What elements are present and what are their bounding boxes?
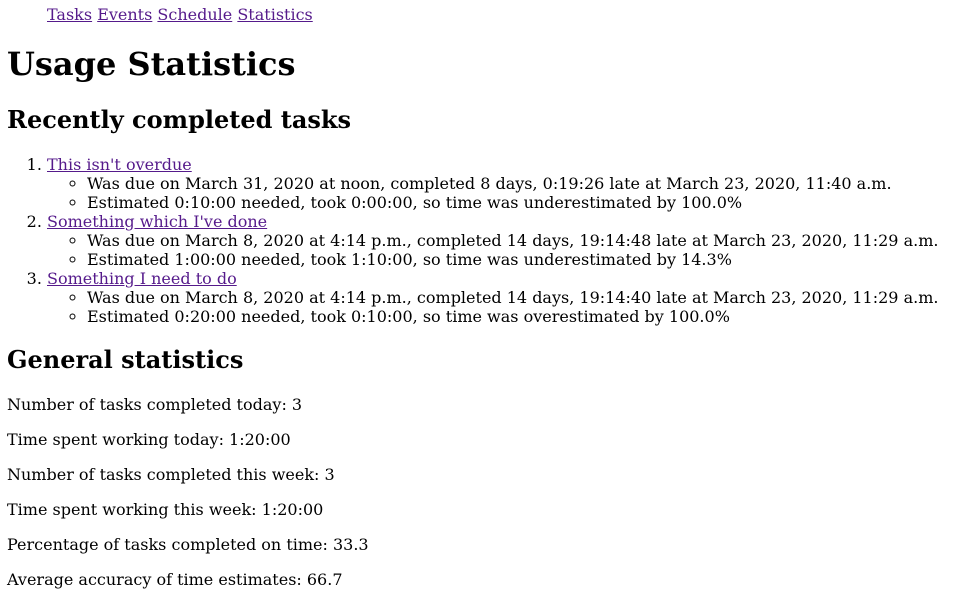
nav-link-statistics[interactable]: Statistics xyxy=(237,5,312,24)
task-item: Something which I've done Was due on Mar… xyxy=(47,212,938,269)
task-details: Was due on March 31, 2020 at noon, compl… xyxy=(47,174,938,212)
page-title: Usage Statistics xyxy=(7,45,296,83)
task-link[interactable]: This isn't overdue xyxy=(47,155,192,174)
stat-tasks-completed-week: Number of tasks completed this week: 3 xyxy=(7,465,335,484)
stat-tasks-completed-today: Number of tasks completed today: 3 xyxy=(7,395,303,414)
task-estimate-info: Estimated 0:20:00 needed, took 0:10:00, … xyxy=(87,307,938,326)
task-due-info: Was due on March 8, 2020 at 4:14 p.m., c… xyxy=(87,288,938,307)
recent-tasks-heading: Recently completed tasks xyxy=(7,105,352,134)
nav-link-schedule[interactable]: Schedule xyxy=(157,5,232,24)
task-estimate-info: Estimated 1:00:00 needed, took 1:10:00, … xyxy=(87,250,938,269)
nav-link-tasks[interactable]: Tasks xyxy=(47,5,92,24)
task-due-info: Was due on March 31, 2020 at noon, compl… xyxy=(87,174,938,193)
general-statistics-heading: General statistics xyxy=(7,345,244,374)
top-nav: Tasks Events Schedule Statistics xyxy=(47,5,313,24)
stat-time-working-today: Time spent working today: 1:20:00 xyxy=(7,430,291,449)
task-link[interactable]: Something which I've done xyxy=(47,212,267,231)
task-estimate-info: Estimated 0:10:00 needed, took 0:00:00, … xyxy=(87,193,938,212)
stat-time-working-week: Time spent working this week: 1:20:00 xyxy=(7,500,324,519)
task-details: Was due on March 8, 2020 at 4:14 p.m., c… xyxy=(47,288,938,326)
stat-average-estimate-accuracy: Average accuracy of time estimates: 66.7 xyxy=(7,570,343,589)
nav-link-events[interactable]: Events xyxy=(97,5,152,24)
task-link[interactable]: Something I need to do xyxy=(47,269,237,288)
task-details: Was due on March 8, 2020 at 4:14 p.m., c… xyxy=(47,231,938,269)
recent-tasks-list: This isn't overdue Was due on March 31, … xyxy=(7,155,938,326)
task-item: This isn't overdue Was due on March 31, … xyxy=(47,155,938,212)
stat-percentage-on-time: Percentage of tasks completed on time: 3… xyxy=(7,535,369,554)
task-item: Something I need to do Was due on March … xyxy=(47,269,938,326)
task-due-info: Was due on March 8, 2020 at 4:14 p.m., c… xyxy=(87,231,938,250)
